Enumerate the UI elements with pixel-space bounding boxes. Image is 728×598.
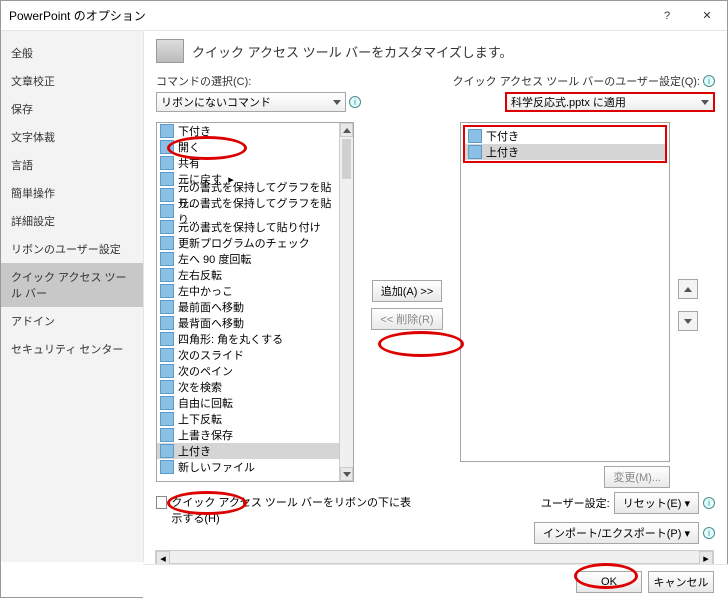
add-button[interactable]: 追加(A) >> [372, 280, 443, 302]
rotate-left-icon [160, 252, 174, 266]
sidebar-item-language[interactable]: 言語 [1, 151, 143, 179]
list-item[interactable]: 左右反転 [178, 267, 222, 283]
available-commands-list[interactable]: 下付き 開く 共有 元に戻す▸ 元の書式を保持してグラフを貼り... 元の書式を… [156, 122, 354, 482]
open-icon [160, 140, 174, 154]
modify-button: 変更(M)... [604, 466, 670, 488]
list-item[interactable]: 次のスライド [178, 347, 244, 363]
qat-commands-list[interactable]: 下付き 上付き [460, 122, 670, 462]
list-item[interactable]: 上付き [486, 144, 519, 160]
qat-icon [156, 39, 184, 63]
paste-icon [160, 204, 174, 218]
scroll-down-icon [343, 472, 351, 477]
list-item[interactable]: 上付き [178, 443, 211, 459]
list-item[interactable]: 自由に回転 [178, 395, 233, 411]
free-rotate-icon [160, 396, 174, 410]
superscript-icon [468, 145, 482, 159]
flip-h-icon [160, 268, 174, 282]
update-icon [160, 236, 174, 250]
commands-from-combo[interactable]: リボンにないコマンド [156, 92, 346, 112]
scroll-up-icon [343, 128, 351, 133]
rounded-rect-icon [160, 332, 174, 346]
sidebar-item-advanced[interactable]: 詳細設定 [1, 207, 143, 235]
info-icon[interactable]: i [703, 527, 715, 539]
scrollbar[interactable] [339, 123, 353, 481]
horizontal-scrollbar[interactable]: ◂▸ [155, 550, 714, 564]
list-item[interactable]: 元の書式を保持して貼り付け [178, 219, 321, 235]
commands-from-value: リボンにないコマンド [161, 94, 271, 110]
list-item[interactable]: 四角形: 角を丸くする [178, 331, 283, 347]
next-pane-icon [160, 364, 174, 378]
customize-qat-label: クイック アクセス ツール バーのユーザー設定(Q): [453, 73, 700, 89]
cancel-button[interactable]: キャンセル [648, 571, 714, 593]
list-item[interactable]: 新しいファイル [178, 459, 255, 475]
list-item[interactable]: 更新プログラムのチェック [178, 235, 310, 251]
new-file-icon [160, 460, 174, 474]
window-title: PowerPoint のオプション [9, 7, 146, 24]
close-button[interactable]: ✕ [687, 1, 727, 31]
send-back-icon [160, 316, 174, 330]
apply-to-value: 科学反応式.pptx に適用 [511, 94, 626, 110]
share-icon [160, 156, 174, 170]
chevron-down-icon [333, 100, 341, 105]
subscript-icon [160, 124, 174, 138]
info-icon[interactable]: i [703, 75, 715, 87]
sidebar-item-proofing[interactable]: 文章校正 [1, 67, 143, 95]
next-slide-icon [160, 348, 174, 362]
info-icon[interactable]: i [703, 497, 715, 509]
list-item[interactable]: 最前面へ移動 [178, 299, 244, 315]
arrow-up-icon [684, 287, 692, 292]
superscript-icon [160, 444, 174, 458]
page-title: クイック アクセス ツール バーをカスタマイズします。 [192, 42, 513, 61]
sidebar-item-qat[interactable]: クイック アクセス ツール バー [1, 263, 143, 307]
list-item[interactable]: 下付き [178, 123, 211, 139]
reset-button[interactable]: リセット(E) ▾ [614, 492, 699, 514]
help-button[interactable]: ? [647, 1, 687, 31]
arrow-down-icon [684, 319, 692, 324]
bring-front-icon [160, 300, 174, 314]
paste-icon [160, 220, 174, 234]
sidebar-item-typography[interactable]: 文字体裁 [1, 123, 143, 151]
show-below-ribbon-checkbox[interactable] [156, 496, 167, 509]
apply-to-combo[interactable]: 科学反応式.pptx に適用 [505, 92, 715, 112]
choose-commands-label: コマンドの選択(C): [156, 73, 251, 89]
sidebar-item-general[interactable]: 全般 [1, 39, 143, 67]
list-item[interactable]: 次のペイン [178, 363, 233, 379]
undo-icon [160, 172, 174, 186]
show-below-ribbon-label: クイック アクセス ツール バーをリボンの下に表示する(H) [171, 494, 416, 526]
flip-v-icon [160, 412, 174, 426]
list-item[interactable]: 左へ 90 度回転 [178, 251, 251, 267]
import-export-button[interactable]: インポート/エクスポート(P) ▾ [534, 522, 699, 544]
ok-button[interactable]: OK [576, 571, 642, 593]
chevron-down-icon [701, 100, 709, 105]
subscript-icon [468, 129, 482, 143]
find-next-icon [160, 380, 174, 394]
list-item[interactable]: 下付き [486, 128, 519, 144]
brace-icon [160, 284, 174, 298]
move-down-button[interactable] [678, 311, 698, 331]
sidebar-item-trust[interactable]: セキュリティ センター [1, 335, 143, 363]
list-item[interactable]: 上下反転 [178, 411, 222, 427]
list-item[interactable]: 共有 [178, 155, 200, 171]
sidebar: 全般 文章校正 保存 文字体裁 言語 簡単操作 詳細設定 リボンのユーザー設定 … [1, 31, 144, 562]
list-item[interactable]: 左中かっこ [178, 283, 233, 299]
sidebar-item-ease[interactable]: 簡単操作 [1, 179, 143, 207]
move-up-button[interactable] [678, 279, 698, 299]
list-item[interactable]: 次を検索 [178, 379, 222, 395]
paste-icon [160, 188, 174, 202]
sidebar-item-ribbon[interactable]: リボンのユーザー設定 [1, 235, 143, 263]
list-item[interactable]: 上書き保存 [178, 427, 233, 443]
list-item[interactable]: 開く [178, 139, 200, 155]
customizations-label: ユーザー設定: [541, 495, 610, 511]
sidebar-item-addins[interactable]: アドイン [1, 307, 143, 335]
info-icon[interactable]: i [349, 96, 361, 108]
scrollbar-thumb[interactable] [342, 139, 351, 179]
remove-button[interactable]: << 削除(R) [371, 308, 442, 330]
sidebar-item-save[interactable]: 保存 [1, 95, 143, 123]
list-item[interactable]: 最背面へ移動 [178, 315, 244, 331]
save-icon [160, 428, 174, 442]
